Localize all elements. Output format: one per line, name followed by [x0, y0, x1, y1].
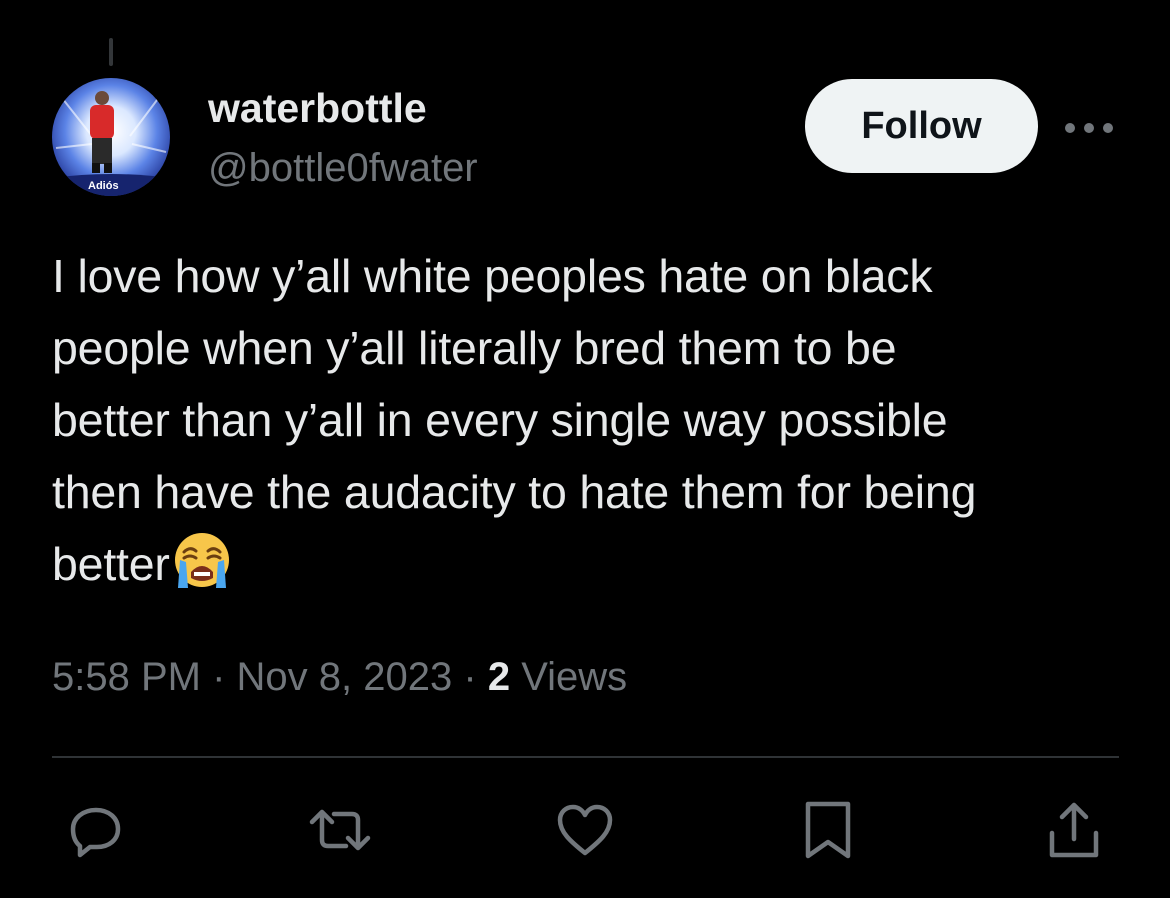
- user-handle[interactable]: @bottle0fwater: [208, 146, 478, 190]
- avatar-image: Adiós: [52, 78, 170, 196]
- avatar[interactable]: Adiós: [52, 78, 170, 196]
- tweet-text-line: better than y’all in every single way po…: [52, 394, 948, 446]
- tweet-meta: 5:58 PM · Nov 8, 2023 · 2 Views: [52, 652, 627, 702]
- divider: [52, 756, 1119, 758]
- reply-button[interactable]: [56, 790, 136, 870]
- tweet-text-line: I love how y’all white peoples hate on b…: [52, 250, 933, 302]
- tweet-text-line-last: better: [52, 528, 1132, 610]
- thread-connector-line: [109, 38, 113, 66]
- views-count[interactable]: 2: [488, 655, 510, 699]
- meta-separator: ·: [463, 655, 477, 699]
- action-bar: [0, 790, 1170, 870]
- tweet-text-line: then have the audacity to hate them for …: [52, 466, 977, 518]
- display-name[interactable]: waterbottle: [208, 86, 427, 130]
- loudly-crying-face-icon: [172, 532, 232, 610]
- meta-separator: ·: [212, 655, 226, 699]
- bookmark-icon: [805, 801, 851, 859]
- tweet-text-line: better: [52, 538, 170, 590]
- views-label[interactable]: Views: [521, 655, 627, 699]
- share-icon: [1049, 802, 1099, 858]
- tweet-text: I love how y’all white peoples hate on b…: [52, 240, 1132, 610]
- more-options-button[interactable]: [1062, 108, 1116, 148]
- heart-icon: [557, 804, 613, 856]
- more-horizontal-icon: [1065, 123, 1113, 133]
- like-button[interactable]: [545, 790, 625, 870]
- tweet-text-line: people when y’all literally bred them to…: [52, 322, 897, 374]
- avatar-caption: Adiós: [88, 180, 119, 192]
- bookmark-button[interactable]: [788, 790, 868, 870]
- tweet-date[interactable]: Nov 8, 2023: [237, 655, 453, 699]
- tweet-time[interactable]: 5:58 PM: [52, 655, 201, 699]
- share-button[interactable]: [1034, 790, 1114, 870]
- reply-icon: [70, 807, 121, 858]
- follow-button[interactable]: Follow: [805, 79, 1038, 173]
- retweet-button[interactable]: [300, 790, 380, 870]
- tweet-detail: Adiós waterbottle @bottle0fwater Follow …: [0, 0, 1170, 898]
- retweet-icon: [309, 809, 371, 851]
